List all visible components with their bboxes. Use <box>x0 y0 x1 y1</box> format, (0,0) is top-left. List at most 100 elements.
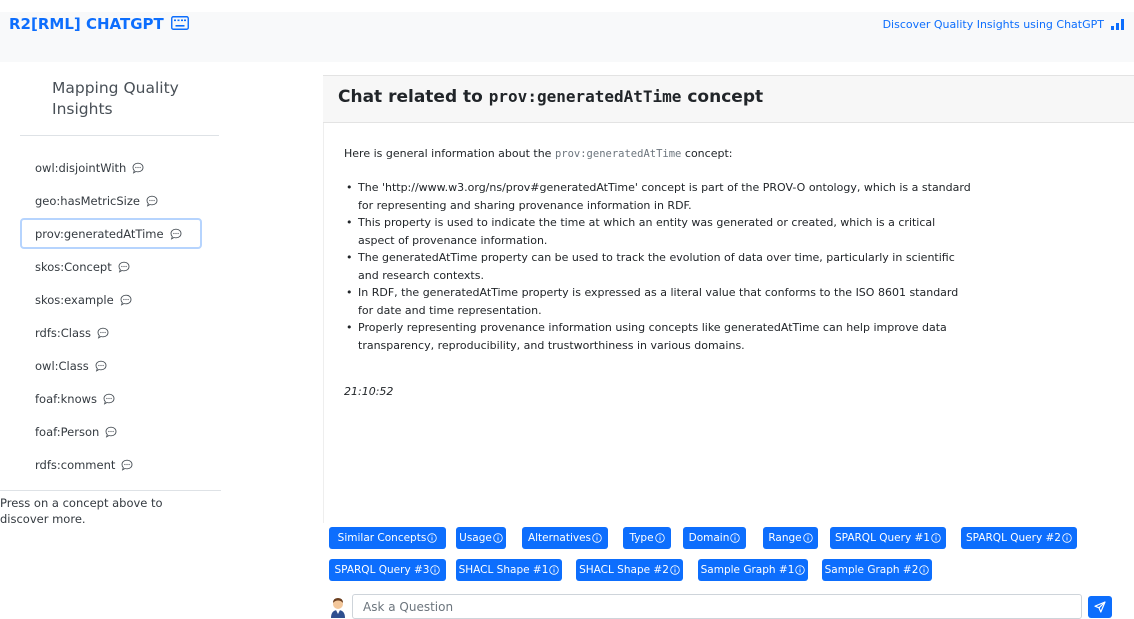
chat-title-suffix: concept <box>687 87 764 107</box>
sidebar-item-label: skos:Concept <box>35 259 112 274</box>
brand-title: R2[RML] CHATGPT <box>9 15 164 33</box>
chat-header: Chat related to prov:generatedAtTime con… <box>323 75 1134 123</box>
answer-bullet: This property is used to indicate the ti… <box>344 214 974 249</box>
sidebar-item-label: skos:example <box>35 292 114 307</box>
sidebar-item-label: rdfs:Class <box>35 325 91 340</box>
action-button[interactable]: Usage <box>456 527 506 549</box>
sidebar-item-label: owl:Class <box>35 358 89 373</box>
action-button[interactable]: SHACL Shape #2 <box>576 559 683 581</box>
sidebar-item-label: owl:disjointWith <box>35 160 127 175</box>
info-icon <box>670 565 680 575</box>
answer-bullet: In RDF, the generatedAtTime property is … <box>344 284 974 319</box>
sidebar-item-label: foaf:knows <box>35 391 98 406</box>
answer-bullet: The 'http://www.w3.org/ns/prov#generated… <box>344 179 974 214</box>
chat-bubble-icon <box>105 426 117 438</box>
info-icon <box>931 533 941 543</box>
user-avatar <box>329 596 347 618</box>
sidebar-title: Mapping Quality Insights <box>52 79 179 118</box>
quick-actions: Similar Concepts Usage Alternatives Type Dom… <box>329 527 1129 591</box>
sidebar-item-concept[interactable]: owl:disjointWith <box>20 152 202 183</box>
sidebar-bottom-divider <box>0 490 221 491</box>
sidebar-item-label: rdfs:comment <box>35 457 116 472</box>
sidebar-item-concept[interactable]: foaf:knows <box>20 383 202 414</box>
info-icon <box>730 533 741 543</box>
action-button-label: Type <box>629 532 654 544</box>
action-button[interactable]: Alternatives <box>522 527 608 549</box>
action-button-label: SPARQL Query #3 <box>334 564 430 576</box>
sidebar-item-label: foaf:Person <box>35 424 100 439</box>
action-button-label: Usage <box>459 532 492 544</box>
answer-intro-prefix: Here is general information about the <box>344 147 552 160</box>
action-button-label: Sample Graph #1 <box>700 564 795 576</box>
sidebar-item-concept[interactable]: rdfs:Class <box>20 317 202 348</box>
info-icon <box>592 533 602 543</box>
info-icon <box>802 533 813 543</box>
sidebar-item-concept[interactable]: owl:Class <box>20 350 202 381</box>
action-button-label: SHACL Shape #2 <box>579 564 669 576</box>
sidebar-item-concept[interactable]: prov:generatedAtTime <box>20 218 202 249</box>
tagline-link[interactable]: Discover Quality Insights using ChatGPT <box>883 18 1124 31</box>
info-icon <box>493 533 503 543</box>
chat-title: Chat related to prov:generatedAtTime con… <box>338 87 763 107</box>
top-navbar: R2[RML] CHATGPT Discover Quality Insight… <box>0 12 1134 62</box>
action-button[interactable]: Sample Graph #1 <box>698 559 808 581</box>
bar-chart-icon <box>1111 19 1124 30</box>
answer-bullet: Properly representing provenance informa… <box>344 319 974 354</box>
action-button-label: SPARQL Query #1 <box>835 532 930 544</box>
brand[interactable]: R2[RML] CHATGPT <box>9 15 189 33</box>
chat-bubble-icon <box>146 195 158 207</box>
sidebar-item-concept[interactable]: geo:hasMetricSize <box>20 185 202 216</box>
sidebar-item-concept[interactable]: foaf:Person <box>20 416 202 447</box>
action-button[interactable]: SPARQL Query #2 <box>961 527 1077 549</box>
info-icon <box>1062 533 1072 543</box>
chat-title-concept: prov:generatedAtTime <box>488 87 682 106</box>
info-icon <box>549 565 560 575</box>
action-button[interactable]: Similar Concepts <box>329 527 446 549</box>
sidebar-item-concept[interactable]: rdfs:comment <box>20 449 202 480</box>
chat-bubble-icon <box>132 162 144 174</box>
send-button[interactable] <box>1088 596 1112 618</box>
action-button[interactable]: SPARQL Query #3 <box>329 559 446 581</box>
action-button-label: Range <box>768 532 802 544</box>
sidebar-item-concept[interactable]: skos:Concept <box>20 251 202 282</box>
sidebar-divider <box>20 135 219 136</box>
action-button[interactable]: Type <box>623 527 671 549</box>
chat-bubble-icon <box>120 294 132 306</box>
quick-actions-row-2: SPARQL Query #3 SHACL Shape #1 SHACL Shape… <box>329 559 1129 581</box>
sidebar-item-label: geo:hasMetricSize <box>35 193 140 208</box>
chat-message-area: Here is general information about the pr… <box>323 123 1134 523</box>
answer-bullets: The 'http://www.w3.org/ns/prov#generated… <box>344 179 974 354</box>
action-button-label: Sample Graph #2 <box>824 564 919 576</box>
answer-intro-concept: prov:generatedAtTime <box>554 148 682 160</box>
tagline-text: Discover Quality Insights using ChatGPT <box>882 18 1104 31</box>
action-button-label: SPARQL Query #2 <box>966 532 1061 544</box>
chat-bubble-icon <box>121 459 133 471</box>
action-button-label: Domain <box>688 532 730 544</box>
message-timestamp: 21:10:52 <box>344 385 394 398</box>
action-button[interactable]: SPARQL Query #1 <box>830 527 946 549</box>
action-button-label: SHACL Shape #1 <box>458 564 549 576</box>
chat-bubble-icon <box>103 393 115 405</box>
answer-intro: Here is general information about the pr… <box>344 147 732 160</box>
chat-title-prefix: Chat related to <box>338 87 483 107</box>
ask-question-input[interactable] <box>352 594 1082 619</box>
keyboard-icon <box>170 16 189 30</box>
chat-bubble-icon <box>95 360 107 372</box>
action-button[interactable]: Domain <box>683 527 746 549</box>
info-icon <box>427 533 438 543</box>
action-button-label: Similar Concepts <box>337 532 427 544</box>
chat-bubble-icon <box>170 228 182 240</box>
sidebar-item-concept[interactable]: skos:example <box>20 284 202 315</box>
info-icon <box>654 533 665 543</box>
send-icon <box>1094 598 1106 617</box>
info-icon <box>919 565 930 575</box>
answer-bullet: The generatedAtTime property can be used… <box>344 249 974 284</box>
sidebar-help-text: Press on a concept above to discover mor… <box>0 496 163 526</box>
action-button[interactable]: SHACL Shape #1 <box>456 559 562 581</box>
action-button[interactable]: Range <box>763 527 818 549</box>
action-button[interactable]: Sample Graph #2 <box>822 559 932 581</box>
chat-bubble-icon <box>118 261 130 273</box>
concept-list: owl:disjointWith geo:hasMetricSize prov:ge… <box>20 152 220 482</box>
info-icon <box>430 565 441 575</box>
quick-actions-row-1: Similar Concepts Usage Alternatives Type Dom… <box>329 527 1129 549</box>
